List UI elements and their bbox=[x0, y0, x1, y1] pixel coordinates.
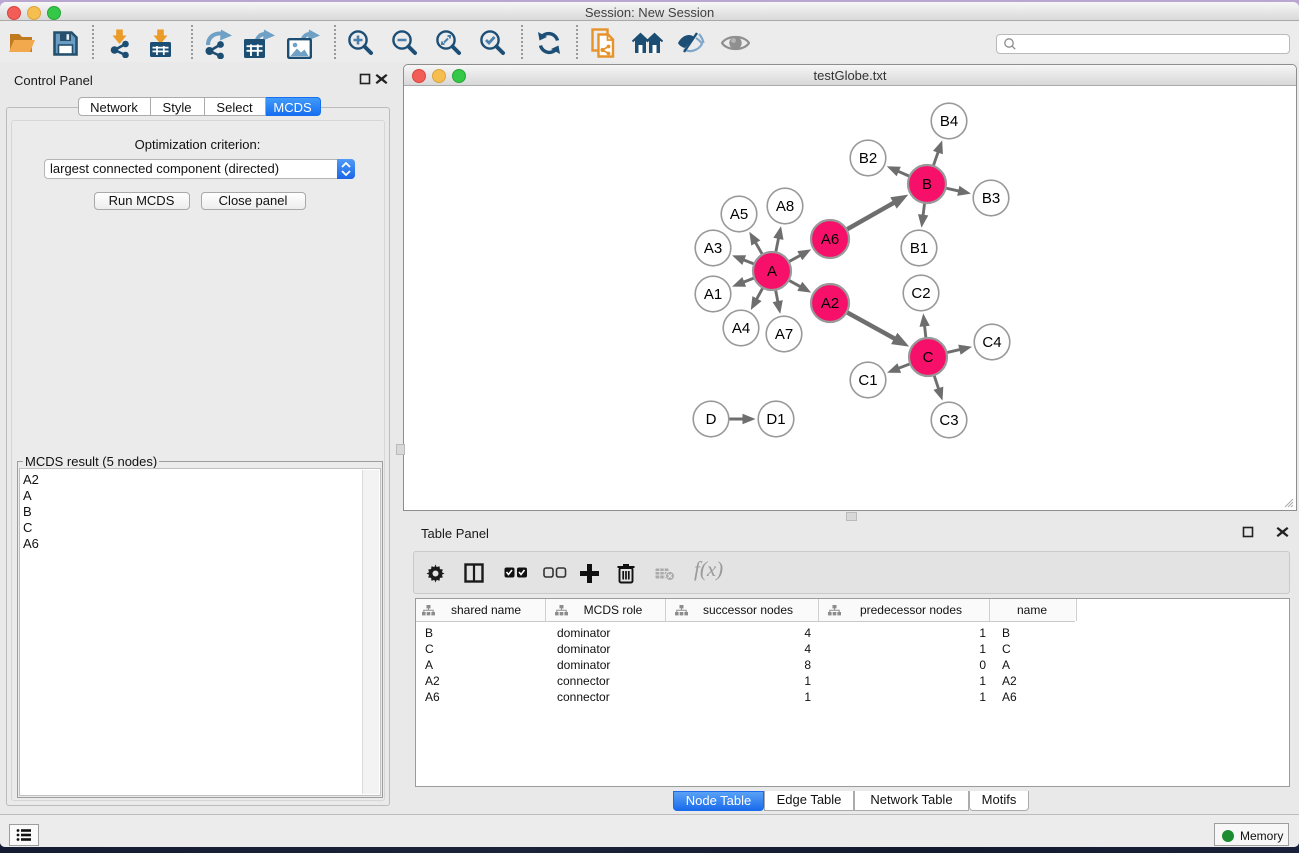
svg-text:C2: C2 bbox=[911, 285, 930, 302]
svg-text:A1: A1 bbox=[704, 286, 722, 303]
svg-text:A2: A2 bbox=[821, 295, 839, 312]
svg-text:A5: A5 bbox=[730, 206, 748, 223]
svg-text:A4: A4 bbox=[732, 320, 750, 337]
svg-text:A3: A3 bbox=[704, 240, 722, 257]
svg-text:C4: C4 bbox=[982, 334, 1001, 351]
svg-text:A7: A7 bbox=[775, 326, 793, 343]
svg-text:B2: B2 bbox=[859, 150, 877, 167]
svg-text:D1: D1 bbox=[766, 411, 785, 428]
svg-text:A8: A8 bbox=[776, 198, 794, 215]
svg-text:B3: B3 bbox=[982, 190, 1000, 207]
svg-text:C1: C1 bbox=[858, 372, 877, 389]
svg-text:C3: C3 bbox=[939, 412, 958, 429]
svg-text:B4: B4 bbox=[940, 113, 958, 130]
svg-text:C: C bbox=[923, 349, 934, 366]
svg-text:D: D bbox=[706, 411, 717, 428]
svg-text:B1: B1 bbox=[910, 240, 928, 257]
svg-text:A6: A6 bbox=[821, 231, 839, 248]
svg-text:A: A bbox=[767, 263, 777, 280]
svg-text:B: B bbox=[922, 176, 932, 193]
